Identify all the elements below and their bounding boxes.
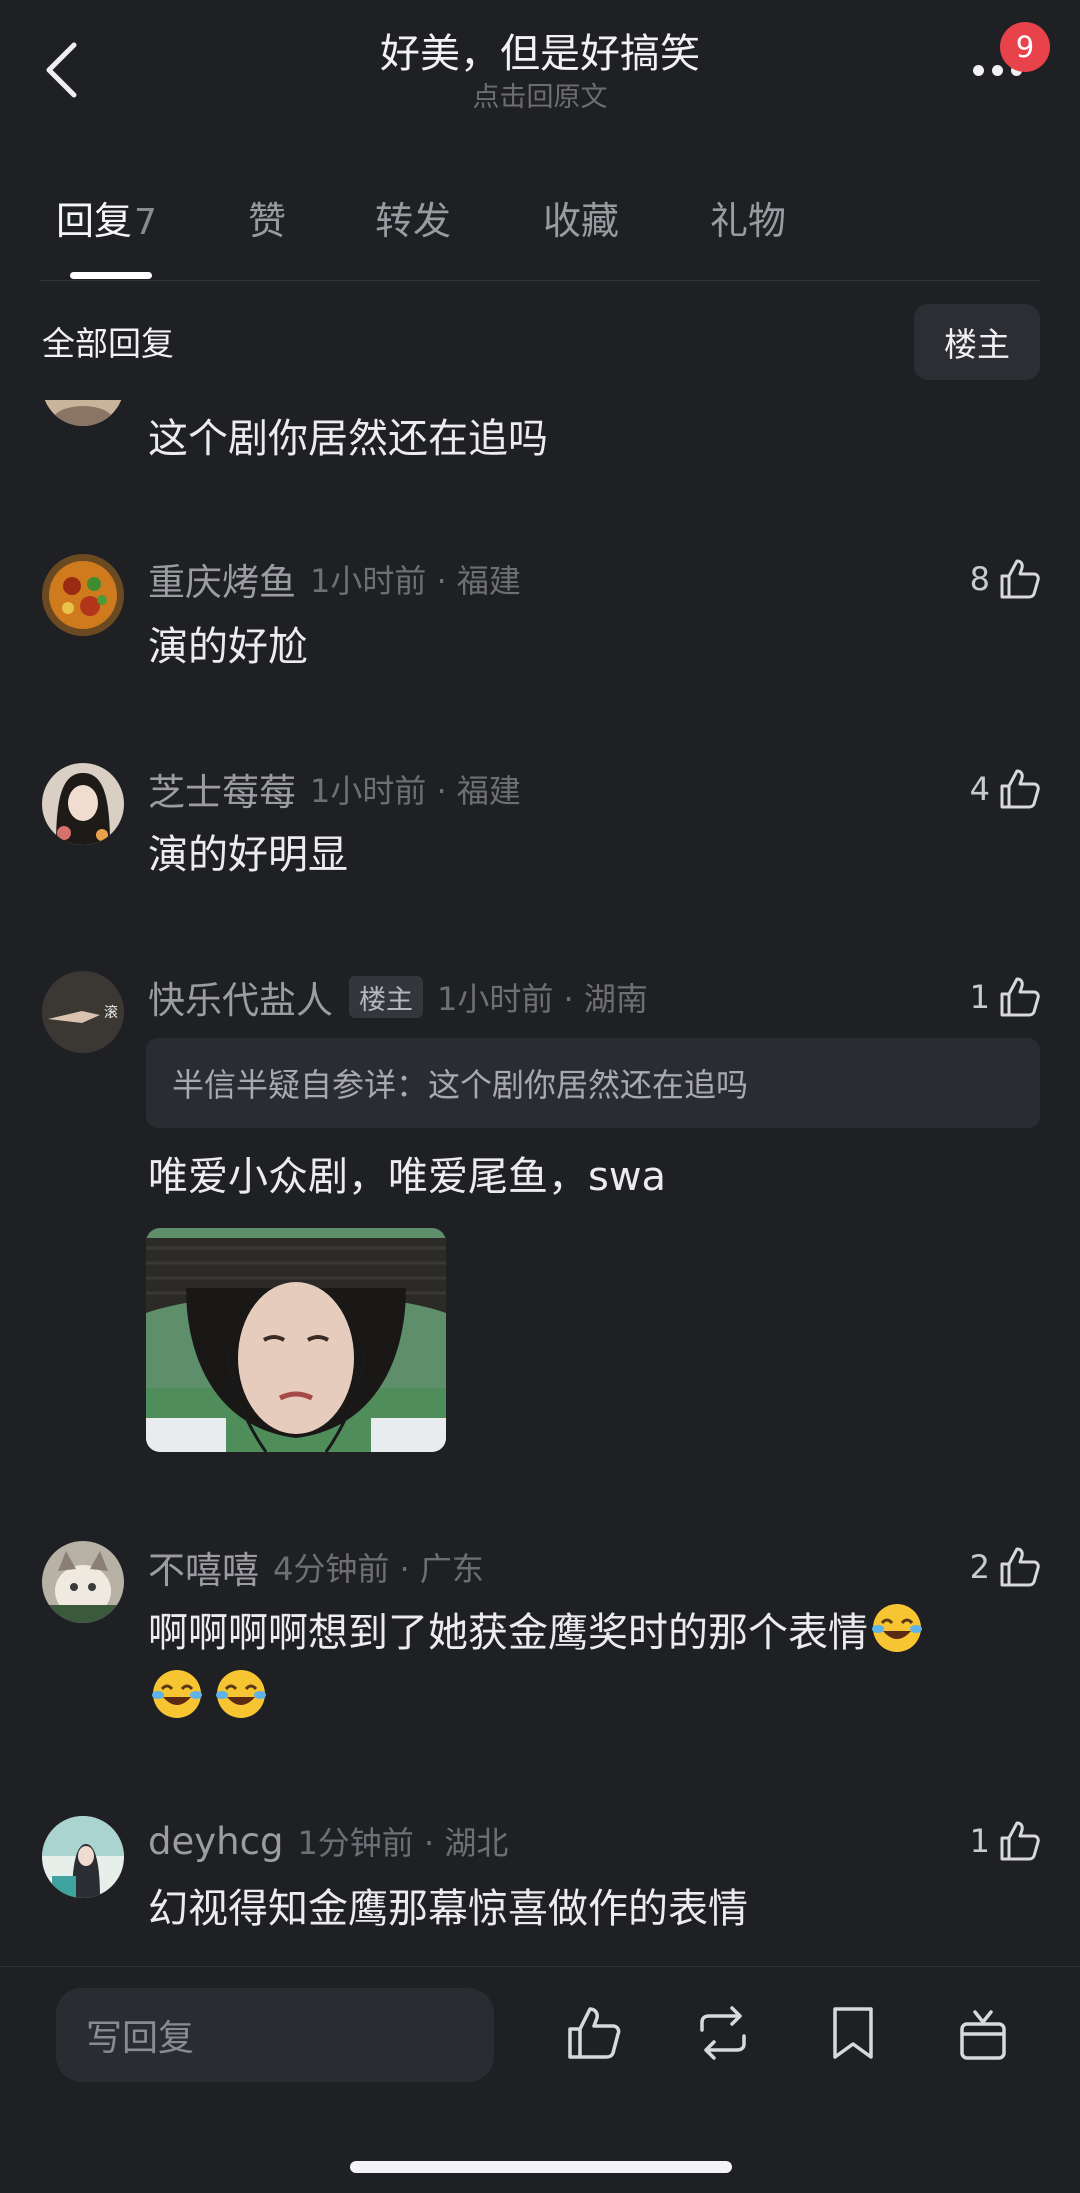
like-post-button[interactable] (559, 1998, 629, 2068)
header: 好美，但是好搞笑 点击回原文 9 (0, 0, 1080, 140)
tab-label: 赞 (248, 199, 287, 243)
like-count: 4 (969, 770, 990, 808)
comment-image[interactable] (146, 1228, 446, 1452)
bookmark-icon (833, 2007, 873, 2059)
avatar[interactable] (42, 554, 124, 636)
comment-meta: 重庆烤鱼 1小时前 · 福建 (148, 554, 521, 604)
like-button[interactable]: 1 (970, 970, 1042, 1024)
reply-input[interactable]: 写回复 (56, 1988, 494, 2082)
thumb-up-icon (1000, 769, 1040, 809)
like-count: 1 (969, 1822, 990, 1860)
back-button[interactable] (36, 38, 86, 102)
avatar-image: 滚 (42, 971, 124, 1053)
more-dot-icon (972, 64, 984, 76)
comment-meta: deyhcg 1分钟前 · 湖北 (148, 1816, 508, 1866)
thumb-up-icon (1000, 977, 1040, 1017)
tab-replies[interactable]: 回复7 (56, 186, 157, 256)
laugh-cry-emoji-icon (872, 1604, 922, 1652)
page-title: 好美，但是好搞笑 (380, 31, 700, 77)
comment-image-photo (146, 1228, 446, 1452)
like-button[interactable]: 8 (970, 552, 1042, 606)
avatar-image (42, 1816, 124, 1898)
username[interactable]: 不嘻嘻 (148, 1540, 259, 1594)
title-area[interactable]: 好美，但是好搞笑 点击回原文 (200, 26, 880, 116)
thumb-up-icon (1000, 559, 1040, 599)
gift-icon (960, 2010, 1006, 2060)
time-location: 1小时前 · 福建 (310, 562, 521, 600)
thumb-up-icon (1000, 1547, 1040, 1587)
comments-page: 好美，但是好搞笑 点击回原文 9 回复7 赞 转发 收藏 礼物 全部回复 楼主 (0, 0, 1080, 2193)
avatar-image (42, 1541, 124, 1623)
time-location: 4分钟前 · 广东 (273, 1550, 484, 1588)
thumb-up-icon (568, 2007, 621, 2059)
gift-button[interactable] (948, 1998, 1018, 2068)
bookmark-button[interactable] (818, 1998, 888, 2068)
comment-text-line: 啊啊啊啊想到了她获金鹰奖时的那个表情 (148, 1610, 868, 1656)
laugh-cry-emoji-icon (152, 1670, 202, 1718)
notification-badge[interactable]: 9 (1000, 22, 1050, 72)
repost-button[interactable] (688, 1998, 758, 2068)
username[interactable]: deyhcg (148, 1820, 283, 1863)
tab-favorites[interactable]: 收藏 (543, 186, 619, 256)
comment-text: 唯爱小众剧，唯爱尾鱼，swa (148, 1154, 667, 1200)
back-to-original-link[interactable]: 点击回原文 (200, 80, 880, 116)
like-button[interactable]: 1 (970, 1814, 1042, 1868)
more-dot-icon (991, 64, 1003, 76)
thumb-up-icon (1000, 1821, 1040, 1861)
tab-reposts[interactable]: 转发 (375, 186, 451, 256)
avatar[interactable] (42, 1816, 124, 1898)
avatar[interactable] (42, 1541, 124, 1623)
time-location: 1小时前 · 福建 (310, 772, 521, 810)
avatar-image (42, 763, 124, 845)
tab-gifts[interactable]: 礼物 (710, 186, 786, 256)
comment-text: 幻视得知金鹰那幕惊喜做作的表情 (148, 1886, 748, 1932)
comment-meta: 快乐代盐人 楼主 1小时前 · 湖南 (148, 972, 648, 1022)
comment-text: 演的好尬 (148, 624, 308, 670)
tab-label: 转发 (375, 199, 452, 243)
username[interactable]: 快乐代盐人 (148, 970, 333, 1024)
avatar[interactable]: 滚 (42, 971, 124, 1053)
avatar-text: 滚 (104, 1004, 118, 1021)
username[interactable]: 芝士莓莓 (148, 762, 296, 816)
tab-label: 回复 (56, 199, 133, 243)
quoted-comment[interactable]: 半信半疑自参详：这个剧你居然还在追吗 (146, 1038, 1040, 1128)
comment-text: 演的好明显 (148, 832, 348, 878)
like-count: 1 (969, 978, 990, 1016)
divider (40, 280, 1040, 281)
tab-label: 收藏 (543, 199, 620, 243)
laugh-cry-emoji-icon (216, 1670, 266, 1718)
home-indicator[interactable] (350, 2161, 732, 2173)
comment-emoji-line (148, 1666, 270, 1732)
like-count: 8 (969, 560, 990, 598)
avatar[interactable] (42, 763, 124, 845)
username[interactable]: 重庆烤鱼 (148, 552, 296, 606)
chevron-left-icon (46, 42, 77, 98)
time-location: 1小时前 · 湖南 (437, 980, 648, 1018)
like-button[interactable]: 2 (970, 1540, 1042, 1594)
repost-icon (700, 2006, 746, 2060)
time-location: 1分钟前 · 湖北 (297, 1824, 509, 1862)
tab-count: 7 (134, 202, 157, 243)
all-replies-label: 全部回复 (42, 324, 174, 363)
like-button[interactable]: 4 (970, 762, 1042, 816)
comment-text: 这个剧你居然还在追吗 (148, 416, 548, 462)
tab-bar: 回复7 赞 转发 收藏 礼物 (0, 186, 1080, 282)
op-only-filter-button[interactable]: 楼主 (914, 304, 1040, 380)
tab-likes[interactable]: 赞 (248, 186, 286, 256)
comment-text: 啊啊啊啊想到了她获金鹰奖时的那个表情 (148, 1600, 926, 1666)
avatar-image (42, 554, 124, 636)
active-tab-indicator (70, 272, 152, 279)
like-count: 2 (969, 1548, 990, 1586)
tab-label: 礼物 (710, 199, 787, 243)
comment-meta: 不嘻嘻 4分钟前 · 广东 (148, 1542, 484, 1592)
divider (0, 1966, 1080, 1967)
op-badge: 楼主 (349, 976, 423, 1018)
comment-meta: 芝士莓莓 1小时前 · 福建 (148, 764, 521, 814)
